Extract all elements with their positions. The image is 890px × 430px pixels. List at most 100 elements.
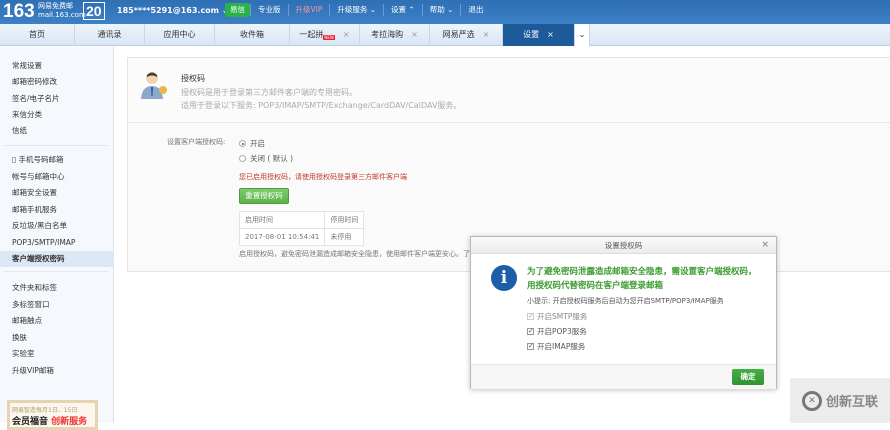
logo-line2: mail.163.com [38, 11, 86, 19]
column-header: 停用时间 [324, 211, 365, 229]
info-icon: i [491, 265, 517, 291]
radio-checked-icon [239, 140, 246, 147]
table-header-row: 启用时间 停用时间 [238, 211, 365, 229]
tab-bar: 首页 通讯录 应用中心 收件箱 一起拼NEW × 考拉海购 × 网易严选 × 设置 × … [0, 24, 890, 46]
upgrade-service-menu[interactable]: 升级服务 ⌄ [329, 4, 383, 16]
checkbox-label: 开启IMAP服务 [537, 342, 586, 351]
sidebar-item[interactable]: 多标签窗口 [12, 299, 50, 311]
panel-header: 授权码 授权码是用于登录第三方邮件客户端的专用密码。 适用于登录以下服务: PO… [128, 58, 890, 123]
header-nav: 易信 专业版 升级VIP 升级服务 ⌄ 设置 ⌃ 帮助 ⌄ 退出 [225, 3, 490, 17]
enable-time: 2017-08-01 10:54:41 [238, 228, 326, 246]
set-auth-code-dialog: 设置授权码 × i 为了避免密码泄露造成邮箱安全隐患，需设置客户端授权码，用授权码… [470, 236, 777, 389]
enabled-warning: 您已启用授权码，请使用授权码登录第三方邮件客户端 [239, 173, 407, 181]
sidebar-item[interactable]: 邮箱手机服务 [12, 204, 57, 216]
checkbox-label: 开启POP3服务 [537, 327, 587, 336]
phone-icon: ▯ [12, 155, 17, 164]
watermark-logo-icon: ✕ [801, 390, 822, 411]
pop3-checkbox[interactable]: ✓ 开启POP3服务 [527, 326, 587, 337]
tab-contacts[interactable]: 通讯录 [75, 24, 145, 46]
upgrade-vip-link[interactable]: 升级VIP [287, 4, 330, 16]
account-menu[interactable]: 185****5291@163.com ⌄ [117, 6, 229, 15]
confirm-button[interactable]: 确定 [732, 369, 764, 385]
checkbox-checked-icon: ✓ [527, 327, 534, 335]
dialog-message: 为了避免密码泄露造成邮箱安全隐患，需设置客户端授权码，用授权码代替密码在客户端登… [527, 267, 757, 291]
tab-settings[interactable]: 设置 × [503, 24, 575, 46]
sidebar-item[interactable]: 信纸 [12, 125, 27, 137]
tab-label: 应用中心 [163, 30, 196, 39]
promo-text: 网易智造每月1日、15日 [12, 407, 78, 414]
tab-label: 收件箱 [240, 30, 264, 39]
dialog-footer: 确定 [471, 364, 776, 389]
sidebar-item[interactable]: POP3/SMTP/IMAP [12, 237, 75, 249]
close-icon[interactable]: × [343, 30, 350, 39]
reset-auth-code-button[interactable]: 重置授权码 [239, 188, 289, 204]
promo-banner[interactable]: 网易智造每月1日、15日 会员福音 创新服务 [7, 400, 98, 430]
watermark-text: 创新互联 [825, 395, 878, 410]
sidebar-item[interactable]: 邮箱密码修改 [12, 76, 57, 88]
tab-inbox[interactable]: 收件箱 [215, 24, 290, 46]
tab-yanxuan[interactable]: 网易严选 × [430, 24, 503, 46]
imap-checkbox[interactable]: ✓ 开启IMAP服务 [527, 341, 585, 352]
sidebar-item[interactable]: 升级VIP邮箱 [12, 365, 54, 377]
yixin-link[interactable]: 易信 [225, 3, 250, 17]
tab-label: 通讯录 [97, 30, 122, 39]
new-badge: NEW [323, 35, 335, 40]
close-icon[interactable]: × [411, 30, 418, 39]
dialog-titlebar: 设置授权码 × [471, 237, 776, 254]
tab-home[interactable]: 首页 [0, 24, 75, 46]
setting-label: 设置客户端授权码: [167, 138, 226, 146]
close-icon[interactable]: × [483, 30, 490, 39]
promo-title: 会员福音 [12, 417, 49, 427]
page-title: 授权码 [181, 74, 205, 83]
settings-sidebar: 常规设置 邮箱密码修改 签名/电子名片 来信分类 信纸 ▯ 手机号码邮箱 帐号与… [0, 47, 114, 430]
radio-disable[interactable]: 关闭 ( 默认 ) [239, 153, 293, 164]
watermark: ✕ 创新互联 [790, 378, 890, 423]
checkbox-checked-icon: ✓ [527, 312, 534, 320]
sidebar-item[interactable]: 邮箱安全设置 [12, 187, 57, 199]
sidebar-item[interactable]: 签名/电子名片 [12, 93, 60, 105]
tab-label: 首页 [29, 30, 45, 39]
tab-more-button[interactable]: ⌄ [575, 24, 590, 46]
radio-enable[interactable]: 开启 [239, 138, 265, 149]
divider [4, 145, 108, 146]
divider [4, 271, 108, 272]
sidebar-item-phone-mailbox[interactable]: ▯ 手机号码邮箱 [12, 154, 64, 166]
logo[interactable]: 163 [3, 1, 35, 23]
checkbox-checked-icon: ✓ [527, 342, 534, 350]
logo-line1: 网易免费邮 [38, 2, 73, 10]
tab-label: 一起拼 [299, 30, 324, 39]
radio-label: 关闭 ( 默认 ) [250, 154, 294, 163]
chevron-down-icon: ⌄ [578, 30, 586, 39]
settings-menu[interactable]: 设置 ⌃ [383, 4, 422, 16]
security-note: 启用授权码，避免密码泄漏造成邮箱安全隐患，使用邮件客户端更安心。了 [239, 250, 470, 258]
sidebar-item[interactable]: 实验室 [12, 348, 35, 360]
description-services: 适用于登录以下服务: POP3/IMAP/SMTP/Exchange/CardD… [181, 101, 462, 110]
radio-unchecked-icon [239, 155, 246, 162]
radio-label: 开启 [250, 139, 265, 148]
close-icon[interactable]: × [547, 30, 554, 39]
checkbox-label: 开启SMTP服务 [537, 312, 588, 321]
sidebar-item[interactable]: 邮箱触点 [12, 315, 42, 327]
close-icon[interactable]: × [761, 237, 769, 254]
tab-label: 设置 [523, 30, 540, 39]
tab-apps[interactable]: 应用中心 [145, 24, 215, 46]
disable-time: 未停用 [324, 228, 365, 246]
auth-history-table: 启用时间 停用时间 2017-08-01 10:54:41 未停用 [238, 211, 365, 246]
pro-link[interactable]: 专业版 [250, 4, 288, 16]
table-row: 2017-08-01 10:54:41 未停用 [238, 228, 365, 246]
sidebar-item[interactable]: 反垃圾/黑白名单 [12, 220, 67, 232]
sidebar-item[interactable]: 帐号与邮箱中心 [12, 171, 65, 183]
sidebar-item[interactable]: 换肤 [12, 332, 27, 344]
tab-yiqipin[interactable]: 一起拼NEW × [290, 24, 360, 46]
dialog-tip: 小提示: 开启授权码服务后自动为您开启SMTP/POP3/IMAP服务 [527, 297, 724, 305]
logout-link[interactable]: 退出 [460, 4, 490, 16]
help-menu[interactable]: 帮助 ⌄ [421, 4, 461, 16]
sidebar-item[interactable]: 文件夹和标签 [12, 282, 57, 294]
tab-label: 考拉海购 [371, 30, 404, 39]
sidebar-item[interactable]: 来信分类 [12, 109, 42, 121]
sidebar-item[interactable]: 常规设置 [12, 60, 42, 72]
description: 授权码是用于登录第三方邮件客户端的专用密码。 [181, 88, 357, 97]
logo-subtitle: 网易免费邮 mail.163.com [38, 2, 86, 20]
tab-kaola[interactable]: 考拉海购 × [360, 24, 430, 46]
sidebar-item-client-auth-code[interactable]: 客户端授权密码 [0, 251, 114, 267]
